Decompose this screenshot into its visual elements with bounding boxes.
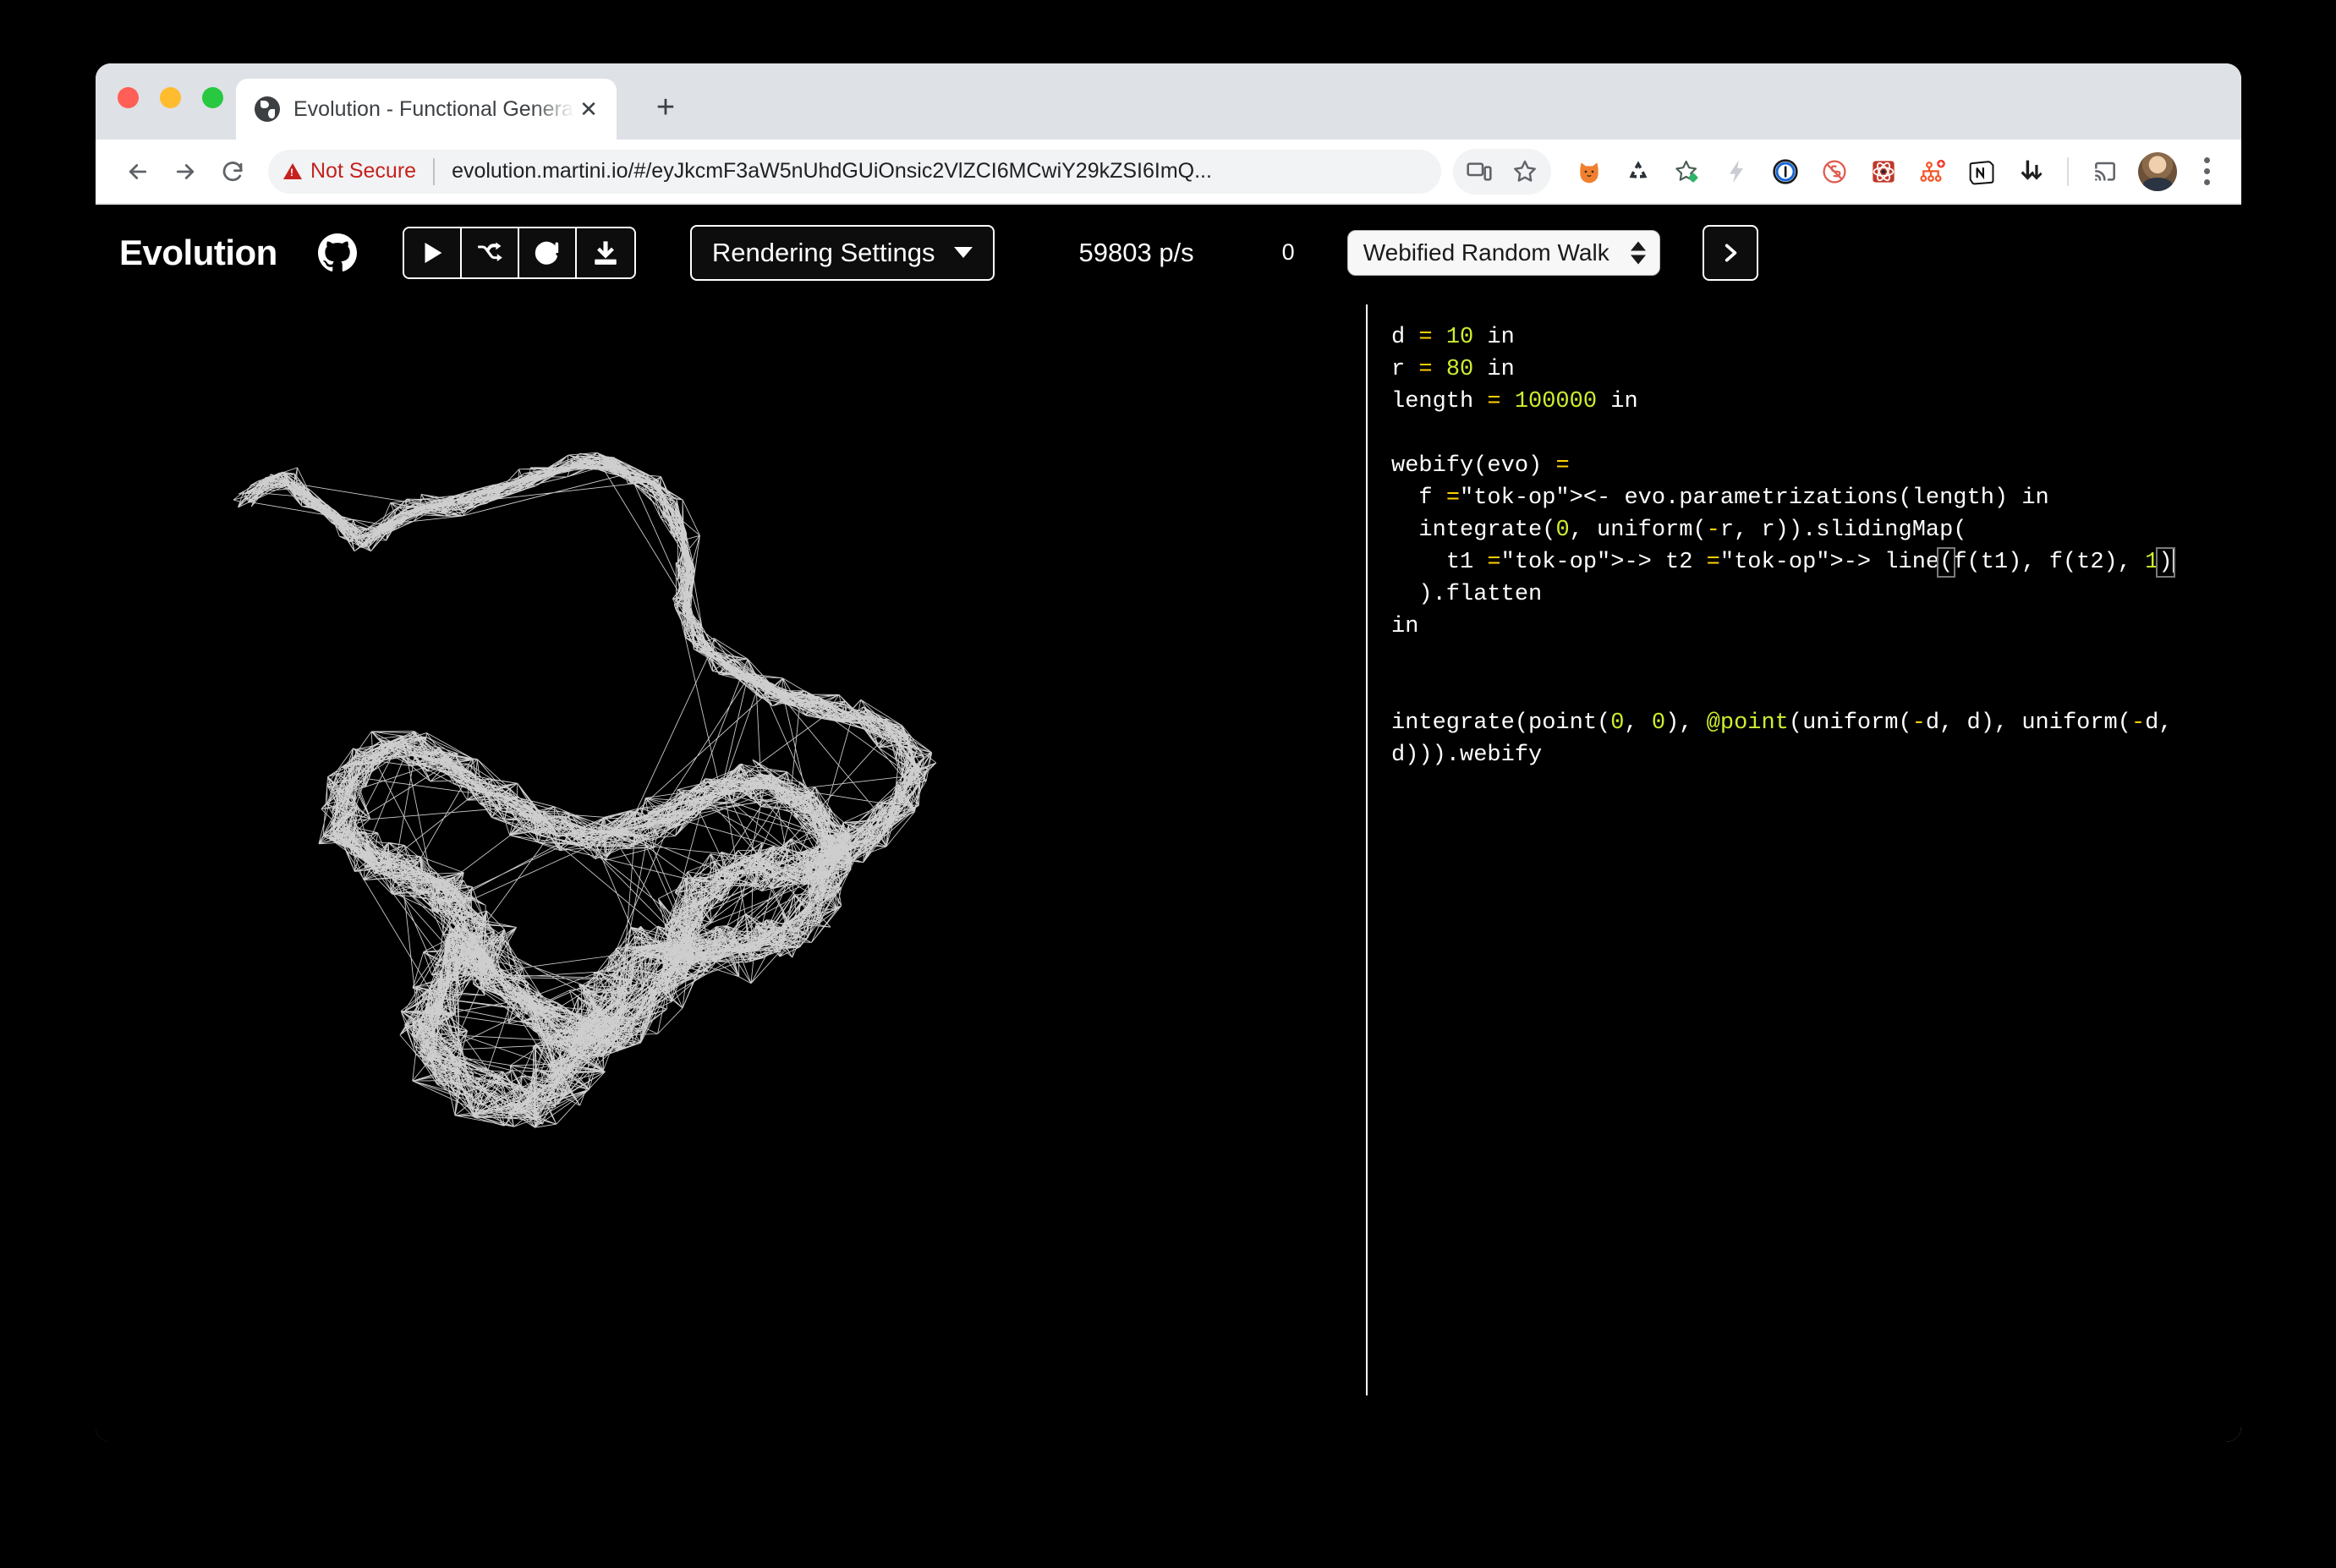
preset-select-value: Webified Random Walk: [1363, 239, 1609, 266]
throughput-readout: 59803 p/s: [1079, 238, 1194, 268]
code-editor-pane[interactable]: d = 10 in r = 80 in length = 100000 in w…: [1368, 300, 2241, 1442]
stepper-arrows-icon[interactable]: [1631, 241, 1646, 264]
omnibox-action-pill: [1453, 149, 1551, 195]
bookmark-star-icon[interactable]: [1502, 149, 1548, 195]
next-preset-button[interactable]: [1703, 225, 1758, 281]
preset-select[interactable]: Webified Random Walk: [1347, 230, 1660, 276]
play-icon: [418, 238, 447, 267]
avatar[interactable]: [2138, 152, 2177, 191]
transport-controls: [403, 227, 636, 279]
sitemap-extension-icon[interactable]: [1910, 149, 1955, 195]
chevron-right-icon: [1719, 242, 1741, 264]
browser-window: Evolution - Functional Generative ✕ + No…: [96, 63, 2241, 1442]
page-title: Evolution: [119, 233, 277, 273]
url-bar[interactable]: Not Secure evolution.martini.io/#/eyJkcm…: [268, 150, 1441, 194]
security-label: Not Secure: [310, 159, 416, 184]
minimize-window-button[interactable]: [160, 87, 181, 108]
browser-tab[interactable]: Evolution - Functional Generative ✕: [236, 79, 617, 140]
cast-icon[interactable]: [2082, 149, 2128, 195]
tab-title: Evolution - Functional Generative: [293, 97, 574, 122]
close-icon[interactable]: ✕: [574, 95, 603, 123]
render-canvas[interactable]: [96, 300, 1366, 1442]
evolution-app: Evolution Rendering Settings: [96, 205, 2241, 1442]
rendering-settings-button[interactable]: Rendering Settings: [690, 225, 995, 281]
maximize-window-button[interactable]: [202, 87, 223, 108]
onepassword-extension-icon[interactable]: [1763, 149, 1808, 195]
notion-extension-icon[interactable]: [1959, 149, 2004, 195]
app-toolbar: Evolution Rendering Settings: [96, 205, 2241, 300]
play-button[interactable]: [404, 228, 462, 277]
reload-icon[interactable]: [209, 148, 256, 195]
recycle-extension-icon[interactable]: [1615, 149, 1661, 195]
restart-button[interactable]: [519, 228, 577, 277]
restart-icon: [533, 238, 562, 267]
download-button[interactable]: [577, 228, 634, 277]
tab-strip: Evolution - Functional Generative ✕ +: [96, 63, 2241, 140]
toolbar-divider: [2067, 157, 2069, 186]
globe-icon: [255, 96, 280, 122]
close-window-button[interactable]: [118, 87, 139, 108]
download-icon: [591, 238, 620, 267]
shuffle-button[interactable]: [462, 228, 519, 277]
cast-device-icon[interactable]: [1456, 149, 1502, 195]
noscript-extension-icon[interactable]: [1812, 149, 1857, 195]
forward-arrow-icon[interactable]: [162, 148, 209, 195]
not-secure-badge[interactable]: Not Secure: [283, 159, 416, 184]
generation-counter: 0: [1282, 239, 1295, 266]
chevron-down-icon: [954, 247, 973, 258]
star-green-extension-icon[interactable]: [1664, 149, 1710, 195]
random-walk-drawing: [96, 300, 1366, 1442]
download-arrows-icon[interactable]: [2008, 149, 2054, 195]
code-editor[interactable]: d = 10 in r = 80 in length = 100000 in w…: [1391, 321, 2207, 771]
github-icon[interactable]: [315, 230, 360, 276]
warning-triangle-icon: [283, 163, 302, 179]
window-traffic-lights: [118, 87, 223, 108]
three-dots-menu-icon[interactable]: [2187, 152, 2226, 191]
rendering-settings-label: Rendering Settings: [712, 238, 935, 268]
url-input[interactable]: evolution.martini.io/#/eyJkcmF3aW5nUhdGU…: [452, 159, 1212, 184]
back-arrow-icon[interactable]: [114, 148, 162, 195]
omnibox-row: Not Secure evolution.martini.io/#/eyJkcm…: [96, 140, 2241, 205]
shuffle-icon: [475, 238, 504, 267]
cat-extension-icon[interactable]: [1566, 149, 1612, 195]
lightning-extension-icon[interactable]: [1714, 149, 1759, 195]
react-devtools-extension-icon[interactable]: [1861, 149, 1906, 195]
omnibox-actions: [1453, 149, 2226, 195]
new-tab-button[interactable]: +: [645, 87, 686, 128]
url-divider: [433, 158, 435, 185]
